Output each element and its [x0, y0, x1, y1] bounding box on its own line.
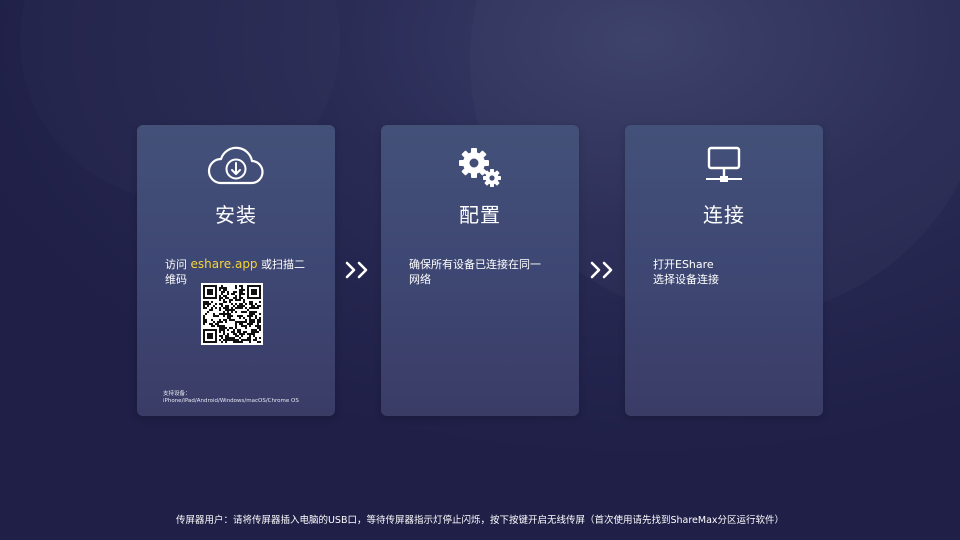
description-line: 打开EShare: [653, 258, 714, 271]
description-line: 选择设备连接: [653, 273, 719, 286]
gears-icon: [381, 145, 579, 189]
step-title: 配置: [459, 203, 501, 227]
step-card-install: 安装 访问 eshare.app 或扫描二维码 支持设备： iPhone/iPa…: [137, 125, 335, 416]
double-chevron-right-icon: [344, 259, 372, 281]
network-monitor-icon: [625, 145, 823, 189]
double-chevron-right-icon: [589, 259, 617, 281]
step-title: 安装: [215, 203, 257, 227]
step-description: 确保所有设备已连接在同一网络: [409, 258, 541, 286]
supported-devices-label: 支持设备：: [163, 391, 191, 397]
qr-code[interactable]: [201, 283, 263, 345]
step-title: 连接: [703, 203, 745, 227]
eshare-link[interactable]: eshare.app: [191, 257, 258, 271]
step-card-configure: 配置 确保所有设备已连接在同一网络: [381, 125, 579, 416]
cloud-download-icon: [137, 145, 335, 189]
step-card-connect: 连接 打开EShare 选择设备连接: [625, 125, 823, 416]
footer-instructions: 传屏器用户：请将传屏器插入电脑的USB口，等待传屏器指示灯停止闪烁，按下按键开启…: [175, 515, 785, 526]
description-text: 访问: [165, 258, 191, 271]
step-description: 打开EShare 选择设备连接: [653, 257, 795, 287]
supported-devices-list: iPhone/iPad/Android/Windows/macOS/Chrome…: [163, 398, 299, 404]
supported-devices: 支持设备： iPhone/iPad/Android/Windows/macOS/…: [163, 391, 299, 405]
